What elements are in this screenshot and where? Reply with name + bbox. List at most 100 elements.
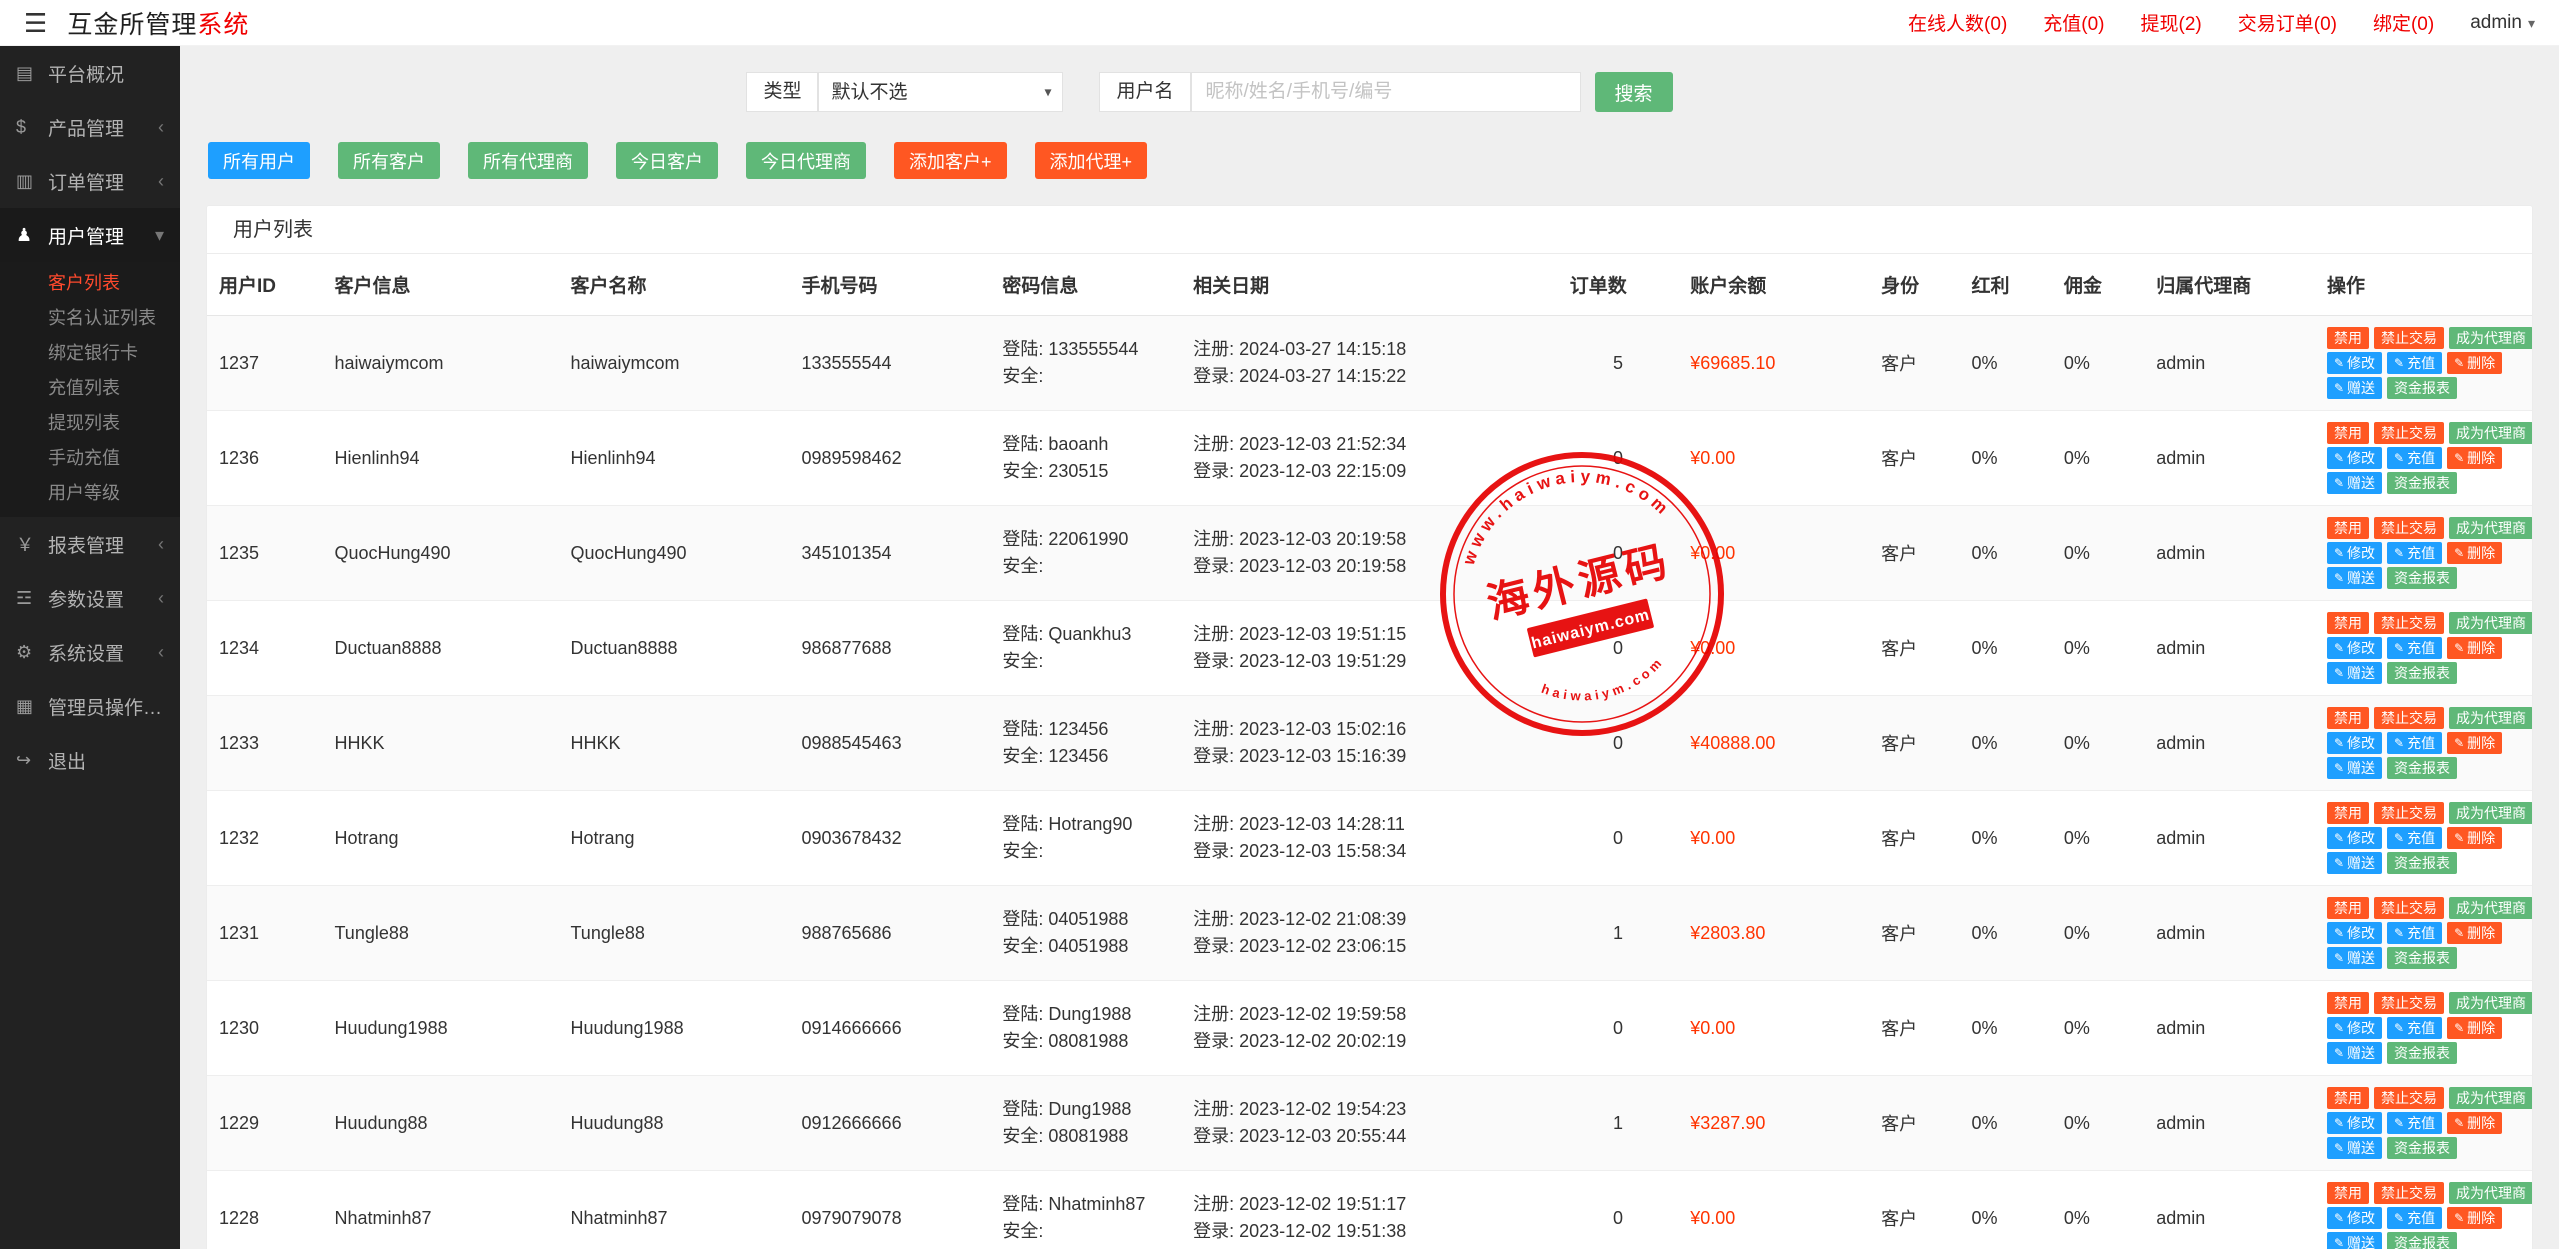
recharge-button[interactable]: ✎充值 — [2387, 1017, 2442, 1039]
recharge-button[interactable]: ✎充值 — [2387, 542, 2442, 564]
sidebar-item-admin-log[interactable]: ▦管理员操作日志 — [0, 679, 180, 733]
sidebar-subitem[interactable]: 手动充值 — [0, 441, 180, 476]
sidebar-item-users[interactable]: ♟用户管理▾ — [0, 208, 180, 262]
add-agent-button[interactable]: 添加代理+ — [1035, 142, 1148, 179]
fund-report-button[interactable]: 资金报表 — [2387, 1137, 2457, 1159]
edit-button[interactable]: ✎修改 — [2327, 542, 2382, 564]
gift-button[interactable]: ✎赠送 — [2327, 852, 2382, 874]
fund-report-button[interactable]: 资金报表 — [2387, 662, 2457, 684]
delete-button[interactable]: ✎删除 — [2447, 922, 2502, 944]
ban-trade-button[interactable]: 禁止交易 — [2374, 802, 2444, 824]
sidebar-item-params[interactable]: ☲参数设置‹ — [0, 571, 180, 625]
sidebar-subitem[interactable]: 实名认证列表 — [0, 301, 180, 336]
sidebar-item-products[interactable]: $产品管理‹ — [0, 100, 180, 154]
header-link[interactable]: 绑定(0) — [2373, 9, 2434, 36]
gift-button[interactable]: ✎赠送 — [2327, 567, 2382, 589]
edit-button[interactable]: ✎修改 — [2327, 827, 2382, 849]
disable-button[interactable]: 禁用 — [2327, 327, 2369, 349]
edit-button[interactable]: ✎修改 — [2327, 732, 2382, 754]
ban-trade-button[interactable]: 禁止交易 — [2374, 517, 2444, 539]
ban-trade-button[interactable]: 禁止交易 — [2374, 992, 2444, 1014]
become-agent-button[interactable]: 成为代理商 — [2449, 992, 2533, 1014]
delete-button[interactable]: ✎删除 — [2447, 732, 2502, 754]
gift-button[interactable]: ✎赠送 — [2327, 472, 2382, 494]
header-link[interactable]: 在线人数(0) — [1908, 9, 2007, 36]
header-link[interactable]: 提现(2) — [2141, 9, 2202, 36]
fund-report-button[interactable]: 资金报表 — [2387, 472, 2457, 494]
disable-button[interactable]: 禁用 — [2327, 1087, 2369, 1109]
sidebar-subitem[interactable]: 提现列表 — [0, 406, 180, 441]
fund-report-button[interactable]: 资金报表 — [2387, 1232, 2457, 1249]
become-agent-button[interactable]: 成为代理商 — [2449, 517, 2533, 539]
become-agent-button[interactable]: 成为代理商 — [2449, 327, 2533, 349]
become-agent-button[interactable]: 成为代理商 — [2449, 897, 2533, 919]
menu-toggle-icon[interactable]: ☰ — [24, 10, 47, 36]
edit-button[interactable]: ✎修改 — [2327, 1207, 2382, 1229]
edit-button[interactable]: ✎修改 — [2327, 352, 2382, 374]
ban-trade-button[interactable]: 禁止交易 — [2374, 612, 2444, 634]
header-link[interactable]: 充值(0) — [2043, 9, 2104, 36]
recharge-button[interactable]: ✎充值 — [2387, 352, 2442, 374]
disable-button[interactable]: 禁用 — [2327, 707, 2369, 729]
header-link[interactable]: 交易订单(0) — [2238, 9, 2337, 36]
all-agents-button[interactable]: 所有代理商 — [468, 142, 588, 179]
fund-report-button[interactable]: 资金报表 — [2387, 852, 2457, 874]
today-customers-button[interactable]: 今日客户 — [616, 142, 718, 179]
gift-button[interactable]: ✎赠送 — [2327, 1137, 2382, 1159]
fund-report-button[interactable]: 资金报表 — [2387, 567, 2457, 589]
edit-button[interactable]: ✎修改 — [2327, 637, 2382, 659]
sidebar-subitem[interactable]: 充值列表 — [0, 371, 180, 406]
search-button[interactable]: 搜索 — [1595, 72, 1673, 112]
ban-trade-button[interactable]: 禁止交易 — [2374, 422, 2444, 444]
username-input[interactable] — [1191, 72, 1581, 112]
delete-button[interactable]: ✎删除 — [2447, 352, 2502, 374]
recharge-button[interactable]: ✎充值 — [2387, 637, 2442, 659]
recharge-button[interactable]: ✎充值 — [2387, 1207, 2442, 1229]
recharge-button[interactable]: ✎充值 — [2387, 922, 2442, 944]
admin-menu[interactable]: admin▾ — [2470, 12, 2535, 34]
fund-report-button[interactable]: 资金报表 — [2387, 377, 2457, 399]
gift-button[interactable]: ✎赠送 — [2327, 1232, 2382, 1249]
delete-button[interactable]: ✎删除 — [2447, 827, 2502, 849]
fund-report-button[interactable]: 资金报表 — [2387, 947, 2457, 969]
become-agent-button[interactable]: 成为代理商 — [2449, 612, 2533, 634]
become-agent-button[interactable]: 成为代理商 — [2449, 1087, 2533, 1109]
become-agent-button[interactable]: 成为代理商 — [2449, 422, 2533, 444]
ban-trade-button[interactable]: 禁止交易 — [2374, 1087, 2444, 1109]
edit-button[interactable]: ✎修改 — [2327, 922, 2382, 944]
fund-report-button[interactable]: 资金报表 — [2387, 1042, 2457, 1064]
become-agent-button[interactable]: 成为代理商 — [2449, 1182, 2533, 1204]
recharge-button[interactable]: ✎充值 — [2387, 732, 2442, 754]
become-agent-button[interactable]: 成为代理商 — [2449, 802, 2533, 824]
add-customer-button[interactable]: 添加客户+ — [894, 142, 1007, 179]
recharge-button[interactable]: ✎充值 — [2387, 827, 2442, 849]
recharge-button[interactable]: ✎充值 — [2387, 1112, 2442, 1134]
edit-button[interactable]: ✎修改 — [2327, 1017, 2382, 1039]
sidebar-item-orders[interactable]: ▥订单管理‹ — [0, 154, 180, 208]
ban-trade-button[interactable]: 禁止交易 — [2374, 897, 2444, 919]
delete-button[interactable]: ✎删除 — [2447, 542, 2502, 564]
delete-button[interactable]: ✎删除 — [2447, 1112, 2502, 1134]
sidebar-subitem[interactable]: 客户列表 — [0, 266, 180, 301]
disable-button[interactable]: 禁用 — [2327, 517, 2369, 539]
gift-button[interactable]: ✎赠送 — [2327, 662, 2382, 684]
ban-trade-button[interactable]: 禁止交易 — [2374, 707, 2444, 729]
delete-button[interactable]: ✎删除 — [2447, 1017, 2502, 1039]
delete-button[interactable]: ✎删除 — [2447, 637, 2502, 659]
gift-button[interactable]: ✎赠送 — [2327, 757, 2382, 779]
sidebar-item-dashboard[interactable]: ▤平台概况 — [0, 46, 180, 100]
disable-button[interactable]: 禁用 — [2327, 897, 2369, 919]
disable-button[interactable]: 禁用 — [2327, 612, 2369, 634]
disable-button[interactable]: 禁用 — [2327, 422, 2369, 444]
today-agents-button[interactable]: 今日代理商 — [746, 142, 866, 179]
sidebar-subitem[interactable]: 用户等级 — [0, 476, 180, 511]
disable-button[interactable]: 禁用 — [2327, 1182, 2369, 1204]
all-customers-button[interactable]: 所有客户 — [338, 142, 440, 179]
disable-button[interactable]: 禁用 — [2327, 802, 2369, 824]
sidebar-item-logout[interactable]: ↪退出 — [0, 733, 180, 787]
edit-button[interactable]: ✎修改 — [2327, 1112, 2382, 1134]
sidebar-item-settings[interactable]: ⚙系统设置‹ — [0, 625, 180, 679]
disable-button[interactable]: 禁用 — [2327, 992, 2369, 1014]
gift-button[interactable]: ✎赠送 — [2327, 377, 2382, 399]
edit-button[interactable]: ✎修改 — [2327, 447, 2382, 469]
